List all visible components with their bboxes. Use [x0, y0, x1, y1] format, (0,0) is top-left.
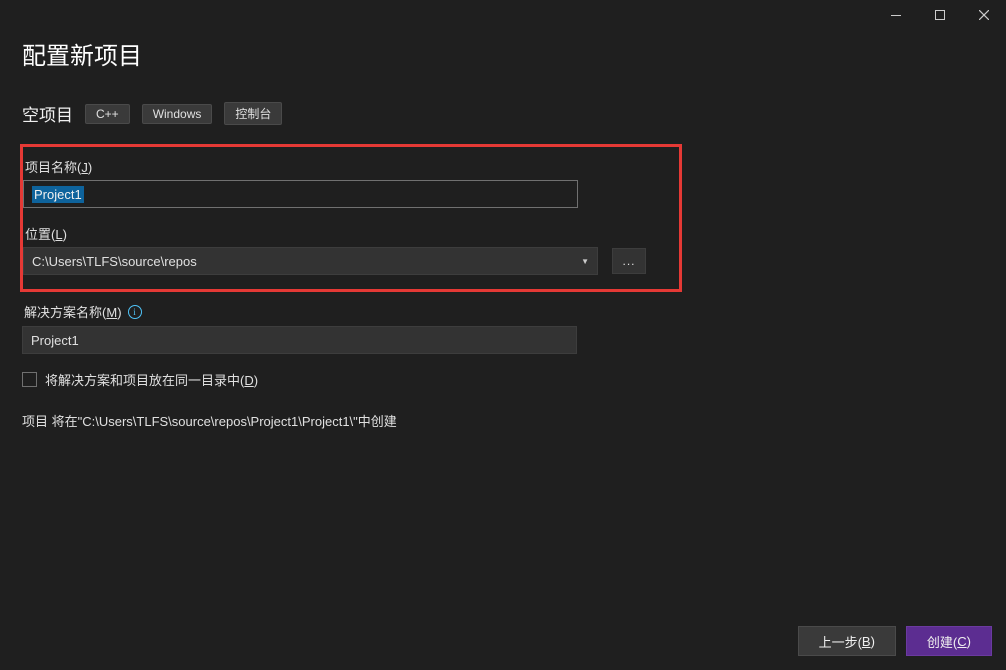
path-preview: 项目 将在"C:\Users\TLFS\source\repos\Project… [22, 411, 984, 430]
project-type-name: 空项目 [22, 101, 73, 126]
create-button[interactable]: 创建(C) [906, 626, 992, 656]
same-directory-label: 将解决方案和项目放在同一目录中(D) [45, 370, 258, 389]
close-icon [979, 10, 989, 20]
location-combobox[interactable]: C:\Users\TLFS\source\repos ▼ [23, 247, 598, 275]
minimize-icon [891, 15, 901, 16]
footer-buttons: 上一步(B) 创建(C) [798, 626, 992, 656]
back-button[interactable]: 上一步(B) [798, 626, 896, 656]
maximize-icon [935, 10, 945, 20]
solution-name-input[interactable]: Project1 [22, 326, 577, 354]
highlight-annotation: 项目名称(J) Project1 位置(L) C:\Users\TLFS\sou… [20, 144, 682, 292]
location-label: 位置(L) [23, 224, 669, 243]
browse-button[interactable]: ... [612, 248, 646, 274]
project-name-label: 项目名称(J) [23, 157, 669, 176]
chevron-down-icon: ▼ [581, 257, 589, 266]
maximize-button[interactable] [918, 0, 962, 30]
titlebar [0, 0, 1006, 30]
minimize-button[interactable] [874, 0, 918, 30]
close-button[interactable] [962, 0, 1006, 30]
solution-name-label: 解决方案名称(M) [22, 302, 122, 321]
tag-windows: Windows [142, 104, 213, 124]
tag-console: 控制台 [224, 102, 282, 125]
page-title: 配置新项目 [22, 36, 984, 71]
info-icon[interactable]: i [128, 305, 142, 319]
project-type-row: 空项目 C++ Windows 控制台 [22, 101, 984, 126]
same-directory-checkbox[interactable] [22, 372, 37, 387]
project-name-input[interactable]: Project1 [23, 180, 578, 208]
tag-cpp: C++ [85, 104, 130, 124]
location-value: C:\Users\TLFS\source\repos [32, 254, 197, 269]
